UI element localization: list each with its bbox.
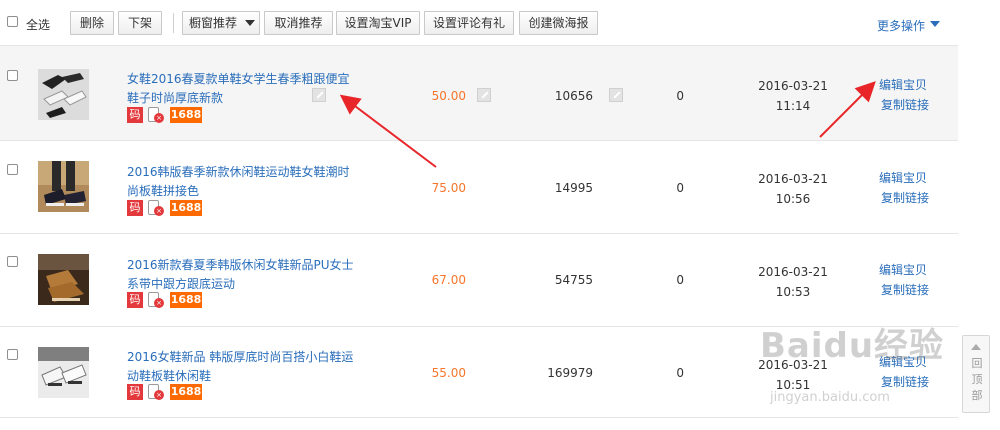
arrow-to-title-edit bbox=[339, 94, 437, 168]
arrow-to-edit-item bbox=[819, 81, 876, 138]
annotation-arrows bbox=[339, 81, 876, 168]
